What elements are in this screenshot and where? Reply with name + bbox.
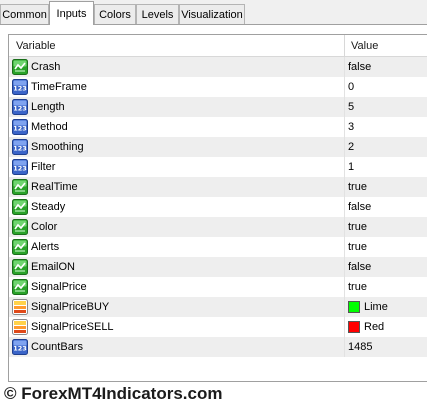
- column-header-value[interactable]: Value: [351, 35, 378, 57]
- int-icon: 123: [12, 79, 28, 95]
- param-row-signalpricesell[interactable]: SignalPriceSELL Red: [9, 317, 427, 337]
- svg-text:123: 123: [13, 145, 27, 153]
- column-divider: [344, 97, 345, 117]
- param-value[interactable]: 2: [348, 137, 354, 157]
- column-divider: [344, 317, 345, 337]
- param-name: Smoothing: [31, 141, 84, 153]
- column-divider: [344, 237, 345, 257]
- param-value[interactable]: true: [348, 177, 367, 197]
- param-row-length[interactable]: 123 Length 5: [9, 97, 427, 117]
- param-name: SignalPrice: [31, 281, 87, 293]
- column-header-variable[interactable]: Variable: [16, 35, 56, 57]
- param-name: Length: [31, 101, 65, 113]
- param-row-smoothing[interactable]: 123 Smoothing 2: [9, 137, 427, 157]
- param-name: EmailON: [31, 261, 76, 273]
- bool-icon: [12, 199, 28, 215]
- tab-levels[interactable]: Levels: [136, 4, 179, 24]
- svg-text:123: 123: [13, 165, 27, 173]
- int-icon: 123: [12, 99, 28, 115]
- param-name: Steady: [31, 201, 66, 213]
- param-value[interactable]: true: [348, 277, 367, 297]
- param-name: SignalPriceBUY: [31, 301, 110, 313]
- param-row-emailon[interactable]: EmailON false: [9, 257, 427, 277]
- tab-colors[interactable]: Colors: [94, 4, 136, 24]
- param-value[interactable]: false: [348, 57, 371, 77]
- inputs-list[interactable]: Variable Value Crash false 123 TimeFrame 0 12…: [8, 34, 427, 382]
- param-name: Method: [31, 121, 68, 133]
- param-row-crash[interactable]: Crash false: [9, 57, 427, 77]
- column-divider: [344, 217, 345, 237]
- param-value[interactable]: true: [348, 217, 367, 237]
- param-value[interactable]: Red: [364, 317, 384, 337]
- column-divider: [344, 77, 345, 97]
- column-divider: [344, 157, 345, 177]
- tab-inputs[interactable]: Inputs: [49, 1, 94, 25]
- param-value[interactable]: 5: [348, 97, 354, 117]
- int-icon: 123: [12, 339, 28, 355]
- param-value[interactable]: Lime: [364, 297, 388, 317]
- column-divider: [344, 197, 345, 217]
- tab-common[interactable]: Common: [0, 4, 49, 24]
- column-divider: [344, 117, 345, 137]
- svg-text:123: 123: [13, 125, 27, 133]
- param-name: RealTime: [31, 181, 78, 193]
- column-divider: [344, 57, 345, 77]
- bool-icon: [12, 259, 28, 275]
- column-divider[interactable]: [344, 35, 345, 57]
- param-value[interactable]: false: [348, 197, 371, 217]
- param-name: CountBars: [31, 341, 83, 353]
- column-divider: [344, 337, 345, 357]
- bool-icon: [12, 179, 28, 195]
- tab-visualization[interactable]: Visualization: [179, 4, 245, 24]
- param-row-signalpricebuy[interactable]: SignalPriceBUY Lime: [9, 297, 427, 317]
- param-row-filter[interactable]: 123 Filter 1: [9, 157, 427, 177]
- param-name: TimeFrame: [31, 81, 87, 93]
- column-divider: [344, 297, 345, 317]
- param-name: SignalPriceSELL: [31, 321, 114, 333]
- param-row-alerts[interactable]: Alerts true: [9, 237, 427, 257]
- param-row-timeframe[interactable]: 123 TimeFrame 0: [9, 77, 427, 97]
- int-icon: 123: [12, 119, 28, 135]
- param-value[interactable]: false: [348, 257, 371, 277]
- svg-text:123: 123: [13, 85, 27, 93]
- param-row-countbars[interactable]: 123 CountBars 1485: [9, 337, 427, 357]
- param-row-color[interactable]: Color true: [9, 217, 427, 237]
- bool-icon: [12, 239, 28, 255]
- column-divider: [344, 277, 345, 297]
- param-value[interactable]: 1485: [348, 337, 372, 357]
- param-row-realtime[interactable]: RealTime true: [9, 177, 427, 197]
- param-row-method[interactable]: 123 Method 3: [9, 117, 427, 137]
- param-value[interactable]: true: [348, 237, 367, 257]
- tab-bar: Common Inputs Colors Levels Visualizatio…: [0, 0, 427, 25]
- param-name: Crash: [31, 61, 61, 73]
- param-row-signalprice[interactable]: SignalPrice true: [9, 277, 427, 297]
- list-header: Variable Value: [9, 35, 427, 57]
- color-swatch[interactable]: [348, 321, 360, 333]
- param-name: Filter: [31, 161, 56, 173]
- bool-icon: [12, 279, 28, 295]
- color-icon: [12, 299, 28, 315]
- param-value[interactable]: 3: [348, 117, 354, 137]
- color-swatch[interactable]: [348, 301, 360, 313]
- param-row-steady[interactable]: Steady false: [9, 197, 427, 217]
- int-icon: 123: [12, 139, 28, 155]
- column-divider: [344, 177, 345, 197]
- column-divider: [344, 137, 345, 157]
- column-divider: [344, 257, 345, 277]
- svg-text:123: 123: [13, 105, 27, 113]
- bool-icon: [12, 219, 28, 235]
- param-name: Alerts: [31, 241, 60, 253]
- color-icon: [12, 319, 28, 335]
- int-icon: 123: [12, 159, 28, 175]
- param-value[interactable]: 1: [348, 157, 354, 177]
- param-value[interactable]: 0: [348, 77, 354, 97]
- param-name: Color: [31, 221, 58, 233]
- bool-icon: [12, 59, 28, 75]
- watermark: © ForexMT4Indicators.com: [4, 384, 223, 403]
- inputs-panel: Variable Value Crash false 123 TimeFrame 0 12…: [0, 25, 427, 382]
- svg-text:123: 123: [13, 345, 27, 353]
